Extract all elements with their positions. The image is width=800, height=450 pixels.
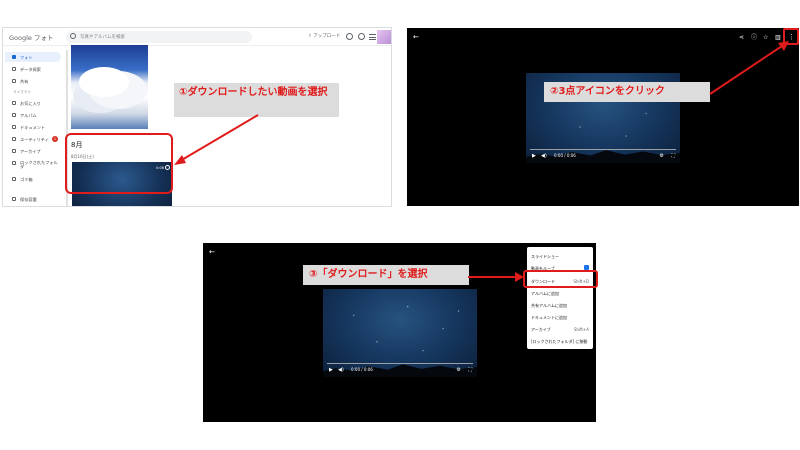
search-placeholder: 写真やアルバムを検索	[80, 35, 125, 40]
play-icon[interactable]: ▶	[329, 367, 333, 373]
video-player[interactable]: ▶ ◀) 0:00 / 0:06 ⚙ ⛶	[323, 289, 477, 377]
arrow-step3	[468, 272, 524, 282]
app-logo: Google フォト	[9, 34, 54, 42]
sidebar-item-storage[interactable]: 保存容量	[5, 194, 61, 204]
sidebar-item-label: お気に入り	[20, 101, 41, 106]
menu-item-add-to-album[interactable]: アルバムに追加	[527, 287, 593, 299]
document-icon	[12, 125, 16, 129]
menu-item-label: スライドショー	[531, 254, 559, 259]
sidebar: フォト データ探索 共有 ライブラリ お気に入り アルバム ドキュメント ユーテ…	[3, 48, 65, 206]
menu-item-label: アルバムに追加	[531, 291, 559, 296]
volume-icon[interactable]: ◀)	[338, 367, 344, 373]
explore-icon	[12, 67, 16, 71]
sidebar-item-photos[interactable]: フォト	[5, 52, 61, 62]
sidebar-item-label: フォト	[20, 55, 33, 60]
search-input[interactable]: 写真やアルバムを検索	[66, 31, 252, 43]
photo-icon	[12, 55, 16, 59]
sidebar-item-sharing[interactable]: 共有	[5, 76, 61, 86]
arrow-step2	[709, 41, 789, 95]
progress-bar[interactable]	[530, 149, 676, 150]
menu-item-add-to-shared-album[interactable]: 共有アルバムに追加	[527, 299, 593, 311]
fullscreen-icon[interactable]: ⛶	[671, 153, 675, 159]
archive-icon	[12, 149, 16, 153]
sidebar-item-explore[interactable]: データ探索	[5, 64, 61, 74]
settings-icon[interactable]	[358, 33, 365, 40]
callout-step3: ③「ダウンロード」を選択	[303, 265, 469, 285]
menu-item-archive[interactable]: アーカイブ Shift+A	[527, 323, 593, 335]
back-icon[interactable]: ←	[209, 249, 215, 256]
people-icon	[12, 79, 16, 83]
star-icon	[12, 101, 16, 105]
library-section-header: ライブラリ	[13, 90, 31, 94]
top-bar: Google フォト 写真やアルバムを検索 ⇧ アップロード	[3, 28, 391, 46]
sidebar-item-locked-folder[interactable]: ロックされたフォルダ	[5, 158, 61, 172]
trash-icon	[12, 177, 16, 181]
cloud-icon	[12, 197, 16, 201]
arrow-step1	[174, 114, 259, 165]
sidebar-item-favorites[interactable]: お気に入り	[5, 98, 61, 108]
upload-button[interactable]: ⇧ アップロード	[308, 33, 340, 39]
avatar[interactable]	[377, 30, 391, 44]
menu-item-label: アーカイブ	[531, 327, 551, 332]
album-icon	[12, 113, 16, 117]
menu-item-label: ドキュメントに追加	[531, 315, 567, 320]
sidebar-item-label: データ探索	[20, 67, 41, 72]
menu-item-label: [ロックされたフォルダ] に移動	[531, 339, 588, 344]
sidebar-item-label: ドキュメント	[20, 125, 46, 130]
sidebar-item-label: アルバム	[20, 113, 37, 118]
menu-item-slideshow[interactable]: スライドショー	[527, 250, 593, 262]
more-options-menu: スライドショー 動画をループ ダウンロード Shift+D アルバムに追加 共有ア…	[527, 247, 593, 349]
sidebar-item-utilities[interactable]: ユーティリティ 1	[5, 134, 61, 144]
sidebar-item-archive[interactable]: アーカイブ	[5, 146, 61, 156]
search-icon	[70, 33, 76, 39]
utilities-icon	[12, 137, 16, 141]
highlight-video	[65, 133, 173, 194]
volume-icon[interactable]: ◀)	[541, 153, 547, 159]
back-icon[interactable]: ←	[413, 34, 419, 41]
menu-item-add-to-document[interactable]: ドキュメントに追加	[527, 311, 593, 323]
shortcut-label: Shift+A	[573, 327, 589, 332]
mountain-silhouette	[72, 206, 172, 207]
callout-step2: ②3点アイコンをクリック	[544, 82, 710, 102]
time-display: 0:00 / 0:06	[554, 153, 576, 158]
upload-label: アップロード	[313, 34, 341, 39]
sidebar-item-label: アーカイブ	[20, 149, 41, 154]
sidebar-item-documents[interactable]: ドキュメント	[5, 122, 61, 132]
notification-badge: 1	[52, 136, 58, 142]
sidebar-item-trash[interactable]: ゴミ箱	[5, 174, 61, 184]
highlight-download-item	[523, 270, 598, 288]
time-display: 0:00 / 0:06	[351, 367, 373, 372]
menu-item-label: 共有アルバムに追加	[531, 303, 567, 308]
lock-icon	[12, 161, 16, 165]
fullscreen-icon[interactable]: ⛶	[468, 367, 472, 373]
progress-bar[interactable]	[327, 363, 473, 364]
settings-icon[interactable]: ⚙	[457, 367, 461, 373]
apps-icon[interactable]	[369, 34, 376, 40]
sidebar-item-label: ロックされたフォルダ	[20, 160, 58, 170]
sidebar-item-label: 保存容量	[20, 197, 37, 202]
photo-thumbnail-cloud[interactable]	[71, 45, 148, 129]
help-icon[interactable]	[346, 33, 353, 40]
sidebar-item-label: 共有	[20, 79, 29, 84]
menu-item-move-to-locked-folder[interactable]: [ロックされたフォルダ] に移動	[527, 335, 593, 347]
play-icon[interactable]: ▶	[532, 153, 536, 159]
sidebar-item-label: ゴミ箱	[20, 177, 33, 182]
sidebar-item-label: ユーティリティ	[20, 137, 49, 142]
sidebar-item-albums[interactable]: アルバム	[5, 110, 61, 120]
settings-icon[interactable]: ⚙	[660, 153, 664, 159]
